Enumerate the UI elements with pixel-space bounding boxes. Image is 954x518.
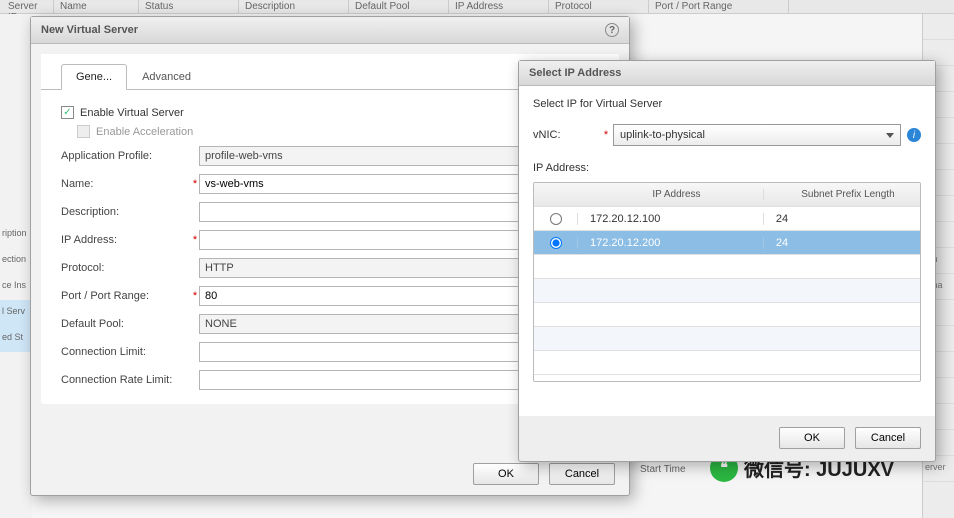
conn-rate-limit-label: Connection Rate Limit: [61, 374, 191, 386]
info-icon[interactable]: i [907, 128, 921, 142]
vnic-label: vNIC: [533, 129, 599, 141]
dialog-title-bar[interactable]: Select IP Address [519, 61, 935, 86]
description-label: Description: [61, 206, 191, 218]
select-ip-address-dialog: Select IP Address Select IP for Virtual … [518, 60, 936, 462]
name-label: Name: [61, 178, 191, 190]
port-label: Port / Port Range: [61, 290, 191, 302]
dialog-title: New Virtual Server [41, 24, 138, 36]
vnic-select[interactable]: uplink-to-physical [613, 124, 901, 146]
ip-radio[interactable] [550, 213, 562, 225]
help-icon[interactable]: ? [605, 23, 619, 37]
ok-button[interactable]: OK [473, 463, 539, 485]
ip-address-input[interactable] [199, 230, 554, 250]
ip-address-table: IP Address Subnet Prefix Length 172.20.1… [533, 182, 921, 382]
conn-limit-label: Connection Limit: [61, 346, 191, 358]
ip-address-label: IP Address: [533, 162, 921, 174]
app-profile-label: Application Profile: [61, 150, 191, 162]
tab-general[interactable]: Gene... [61, 64, 127, 90]
dialog-title: Select IP Address [529, 67, 621, 79]
enable-acceleration-label: Enable Acceleration [96, 126, 193, 138]
chevron-down-icon [886, 133, 894, 138]
ip-row[interactable]: 172.20.12.100 24 [534, 207, 920, 231]
cancel-button[interactable]: Cancel [855, 427, 921, 449]
sip-instruction: Select IP for Virtual Server [533, 98, 921, 110]
vnic-value: uplink-to-physical [620, 129, 705, 141]
enable-virtual-server-checkbox[interactable]: ✓ [61, 106, 74, 119]
ip-row[interactable]: 172.20.12.200 24 [534, 231, 920, 255]
ip-address-label: IP Address: [61, 234, 191, 246]
cancel-button[interactable]: Cancel [549, 463, 615, 485]
tab-advanced[interactable]: Advanced [127, 64, 206, 90]
enable-acceleration-checkbox [77, 125, 90, 138]
ip-col-header: IP Address [578, 189, 764, 200]
enable-virtual-server-label: Enable Virtual Server [80, 107, 184, 119]
bg-left-strip: ription ection ce Ins l Serv ed St [0, 14, 32, 518]
ip-radio[interactable] [550, 237, 562, 249]
bg-table-header: Server ID Name Status Description Defaul… [0, 0, 954, 14]
prefix-col-header: Subnet Prefix Length [764, 189, 920, 200]
ok-button[interactable]: OK [779, 427, 845, 449]
default-pool-label: Default Pool: [61, 318, 191, 330]
dialog-title-bar[interactable]: New Virtual Server ? [31, 17, 629, 44]
protocol-label: Protocol: [61, 262, 191, 274]
